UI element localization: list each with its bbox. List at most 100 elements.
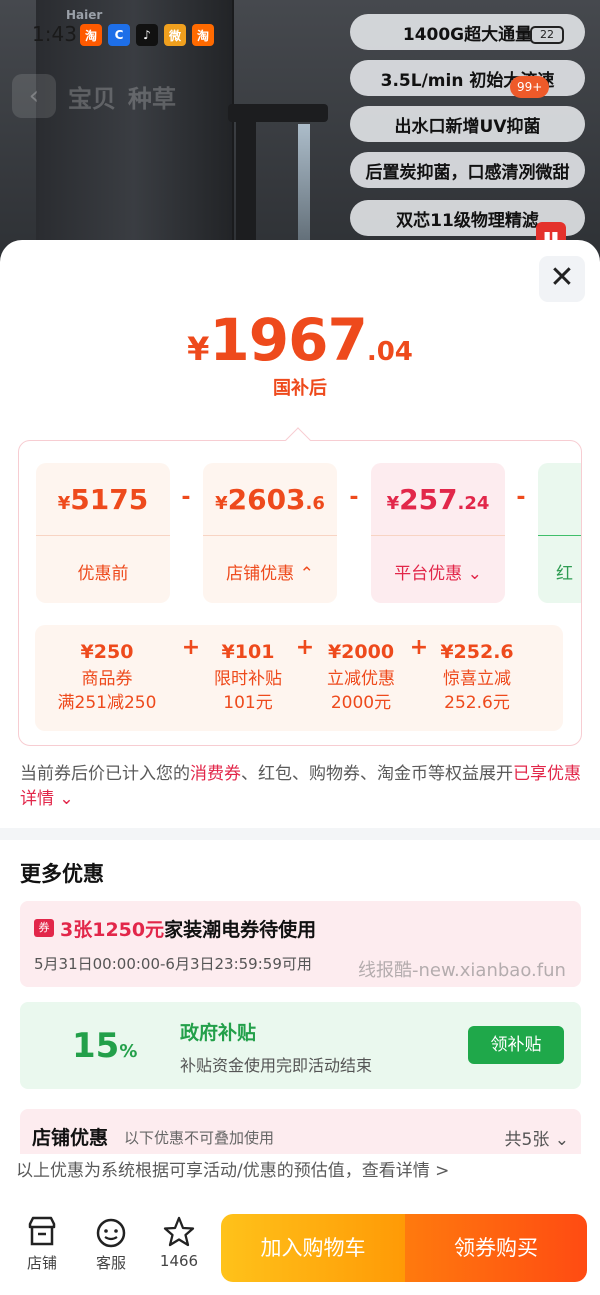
app-c-icon: C (108, 24, 130, 46)
discount-detail-sheet: ✕ ¥1967.04 国补后 ¥5175 优惠前 - ¥2603.6 店铺优惠 … (0, 240, 600, 1295)
tile-yen: ¥ (386, 493, 400, 514)
breakdown-item: ¥2000 立减优惠 2000元 (305, 637, 417, 715)
product-image[interactable]: Haier 1400G超大通量 3.5L/min 初始大流速 出水口新增UV抑菌… (0, 0, 600, 270)
taobao-app-icon: 淘 (80, 24, 102, 46)
estimate-disclaimer-link[interactable]: 以上优惠为系统根据可享活动/优惠的预估值，查看详情 > (0, 1154, 600, 1204)
subsidy-percent: 15% (72, 1026, 137, 1066)
tile-amount: 2603 (227, 483, 306, 516)
taobao-secondary-icon: 淘 (192, 24, 214, 46)
coupon-highlight: 3张1250元 (60, 919, 165, 941)
status-time: 1:43 (32, 22, 77, 46)
tile-divider (371, 535, 505, 536)
weibo-icon: 微 (164, 24, 186, 46)
store-discount-section[interactable]: 店铺优惠 以下优惠不可叠加使用 共5张 ⌄ (20, 1109, 581, 1154)
tab-grass[interactable]: 种草 (128, 79, 176, 114)
government-subsidy-card: 15% 政府补贴 补贴资金使用完即活动结束 领补贴 (20, 1002, 581, 1089)
tile-store-discount[interactable]: ¥2603.6 店铺优惠 ⌃ (203, 463, 337, 603)
store-button[interactable]: 店铺 (12, 1214, 72, 1273)
tile-yen: ¥ (57, 493, 71, 514)
price-decimal: .04 (366, 337, 413, 367)
claim-subsidy-button[interactable]: 领补贴 (468, 1026, 564, 1064)
note-middle: 、红包、购物券、淘金币等权益展开 (241, 764, 513, 784)
price-currency: ¥ (187, 330, 210, 368)
tile-amount: 5175 (70, 483, 149, 516)
favorite-button[interactable]: 1466 (149, 1214, 209, 1270)
tile-amount: 257 (399, 483, 458, 516)
tiktok-icon: ♪ (136, 24, 158, 46)
cart-count-badge: 99+ (510, 76, 550, 98)
price-caption: 国补后 (273, 378, 327, 399)
minus-sign: - (181, 485, 191, 510)
star-icon (149, 1214, 209, 1250)
tile-decimal: .6 (305, 493, 325, 514)
claim-coupon-buy-button[interactable]: 领券购买 (405, 1214, 587, 1282)
price-integer: 1967 (209, 306, 367, 374)
tile-divider (36, 535, 170, 536)
faucet-arm (228, 104, 328, 122)
customer-service-button[interactable]: 客服 (81, 1214, 141, 1273)
tile-divider (538, 535, 581, 536)
service-label: 客服 (95, 1254, 126, 1272)
feature-pill-3: 出水口新增UV抑菌 (350, 106, 585, 142)
benefit-note: 当前券后价已计入您的消费券、红包、购物券、淘金币等权益展开已享优惠详情 ⌄ (20, 762, 582, 812)
top-header: ‹ 宝贝 种草 (12, 74, 176, 118)
tile-decimal: .24 (457, 493, 490, 514)
subsidy-percent-value: 15 (72, 1026, 120, 1066)
breakdown-sub: 101元 (223, 693, 273, 713)
minus-sign: - (516, 485, 526, 510)
subsidy-title: 政府补贴 (180, 1022, 257, 1044)
tile-yen: ¥ (215, 493, 228, 514)
coupon-ticket-icon: 券 (34, 919, 54, 937)
tile-divider (203, 535, 337, 536)
note-highlight: 消费券 (190, 764, 241, 784)
minus-sign: - (349, 485, 359, 510)
final-price: ¥1967.04 (0, 306, 600, 374)
breakdown-item: ¥250 商品券 满251减250 (51, 637, 163, 715)
feature-pill-2: 3.5L/min 初始大流速 (350, 60, 585, 96)
more-offers-title: 更多优惠 (20, 862, 104, 886)
back-icon[interactable]: ‹ (12, 74, 56, 118)
store-discount-breakdown: ¥250 商品券 满251减250 + ¥101 限时补贴 101元 + ¥20… (35, 625, 563, 731)
tile-label: 平台优惠 ⌄ (394, 564, 482, 584)
breakdown-name: 限时补贴 (214, 669, 282, 689)
battery-icon: 22 (530, 26, 564, 44)
breakdown-amount: ¥2000 (327, 641, 395, 663)
tile-platform-discount[interactable]: ¥257.24 平台优惠 ⌄ (371, 463, 505, 603)
breakdown-name: 立减优惠 (327, 669, 395, 689)
breakdown-amount: ¥101 (221, 641, 275, 663)
favorite-count: 1466 (159, 1252, 199, 1270)
breakdown-amount: ¥252.6 (440, 641, 514, 663)
tile-label: 优惠前 (77, 564, 129, 584)
tile-label: 红 (556, 564, 573, 584)
breakdown-item: ¥252.6 惊喜立减 252.6元 (421, 637, 533, 715)
breakdown-item: ¥101 限时补贴 101元 (192, 637, 304, 715)
subsidy-percent-sign: % (119, 1041, 138, 1062)
breakdown-sub: 252.6元 (444, 693, 510, 713)
breakdown-name: 商品券 (81, 669, 133, 689)
tile-original-price: ¥5175 优惠前 (36, 463, 170, 603)
section-divider (0, 828, 600, 840)
price-calculation-box: ¥5175 优惠前 - ¥2603.6 店铺优惠 ⌃ - ¥257.24 平台优… (18, 440, 582, 746)
tile-red-packet[interactable]: ¥ 红 (538, 463, 581, 603)
store-discount-desc: 以下优惠不可叠加使用 (124, 1129, 275, 1147)
breakdown-sub: 2000元 (330, 693, 392, 713)
add-to-cart-button[interactable]: 加入购物车 (221, 1214, 405, 1282)
breakdown-name: 惊喜立减 (443, 669, 511, 689)
tab-product[interactable]: 宝贝 (68, 79, 116, 114)
bottom-action-bar: 店铺 客服 1466 加入购物车 领券购买 (0, 1200, 600, 1295)
watermark-text: 线报酷-new.xianbao.fun (358, 960, 566, 981)
feature-pill-4: 后置炭抑菌，口感清冽微甜 (350, 152, 585, 188)
store-label: 店铺 (26, 1254, 57, 1272)
breakdown-sub: 满251减250 (57, 693, 157, 713)
store-icon (12, 1214, 72, 1250)
note-prefix: 当前券后价已计入您的 (20, 764, 190, 784)
coupon-headline: 3张1250元家装潮电券待使用 (60, 915, 316, 942)
store-discount-count[interactable]: 共5张 ⌄ (505, 1125, 569, 1150)
status-bar: 1:43 淘 C ♪ 微 淘 22 (0, 20, 600, 50)
close-button[interactable]: ✕ (539, 256, 585, 302)
store-discount-title: 店铺优惠 (32, 1127, 109, 1149)
subsidy-description: 补贴资金使用完即活动结束 (180, 1056, 373, 1075)
coupon-valid-time: 5月31日00:00:00-6月3日23:59:59可用 (34, 955, 312, 973)
service-icon (81, 1214, 141, 1250)
coupon-text: 家装潮电券待使用 (164, 919, 317, 941)
